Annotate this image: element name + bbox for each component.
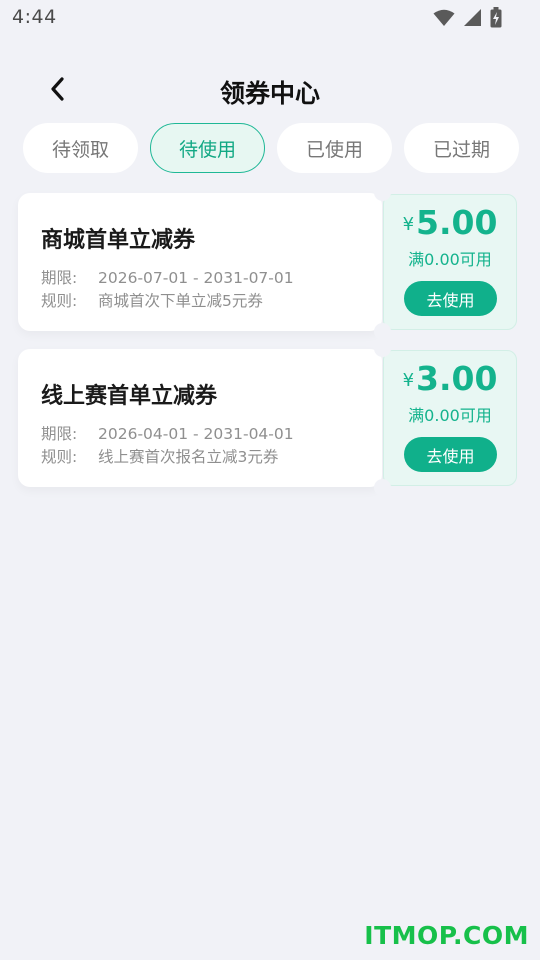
- tab-to-claim[interactable]: 待领取: [23, 123, 138, 173]
- coupon-value-panel: ¥3.00 满0.00可用 去使用: [383, 350, 517, 486]
- status-icons: [433, 7, 502, 32]
- currency-symbol: ¥: [402, 370, 415, 391]
- use-coupon-button[interactable]: 去使用: [404, 437, 497, 472]
- tab-to-use[interactable]: 待使用: [150, 123, 265, 173]
- coupon-value-panel: ¥5.00 满0.00可用 去使用: [383, 194, 517, 330]
- coupon-period: 期限: 2026-07-01 - 2031-07-01: [41, 266, 294, 288]
- rule-value: 商城首次下单立减5元券: [98, 292, 263, 310]
- tab-used[interactable]: 已使用: [277, 123, 392, 173]
- coupon-card: 线上赛首单立减券 期限: 2026-04-01 - 2031-04-01 规则: 线…: [18, 340, 519, 496]
- use-coupon-button[interactable]: 去使用: [404, 281, 497, 316]
- coupon-card: 商城首单立减券 期限: 2026-07-01 - 2031-07-01 规则: 商城…: [18, 184, 519, 340]
- coupon-notch: [374, 184, 391, 201]
- wifi-icon: [433, 9, 455, 31]
- period-value: 2026-04-01 - 2031-04-01: [98, 425, 294, 443]
- period-label: 期限:: [41, 269, 78, 287]
- coupon-notch: [374, 479, 391, 496]
- coupon-rule: 规则: 线上赛首次报名立减3元券: [41, 445, 278, 467]
- coupon-notch: [374, 340, 391, 357]
- coupon-details: 线上赛首单立减券 期限: 2026-04-01 - 2031-04-01 规则: 线…: [18, 349, 382, 487]
- rule-label: 规则:: [41, 292, 78, 310]
- coupon-condition: 满0.00可用: [408, 406, 492, 425]
- currency-symbol: ¥: [402, 214, 415, 235]
- coupon-condition: 满0.00可用: [408, 250, 492, 269]
- tab-expired[interactable]: 已过期: [404, 123, 519, 173]
- status-time: 4:44: [12, 6, 57, 28]
- coupon-price: ¥5.00: [384, 203, 516, 242]
- status-bar: 4:44: [0, 0, 540, 36]
- coupon-title: 线上赛首单立减券: [41, 384, 218, 409]
- rule-label: 规则:: [41, 448, 78, 466]
- coupon-price: ¥3.00: [384, 359, 516, 398]
- coupon-details: 商城首单立减券 期限: 2026-07-01 - 2031-07-01 规则: 商城…: [18, 193, 382, 331]
- coupon-amount: 3.00: [416, 359, 498, 398]
- coupon-title: 商城首单立减券: [41, 228, 196, 253]
- rule-value: 线上赛首次报名立减3元券: [98, 448, 279, 466]
- coupon-rule: 规则: 商城首次下单立减5元券: [41, 289, 263, 311]
- coupon-amount: 5.00: [416, 203, 498, 242]
- signal-icon: [463, 8, 482, 31]
- coupon-period: 期限: 2026-04-01 - 2031-04-01: [41, 422, 294, 444]
- watermark: ITMOP.COM: [364, 921, 529, 950]
- battery-charging-icon: [490, 7, 502, 32]
- period-label: 期限:: [41, 425, 78, 443]
- period-value: 2026-07-01 - 2031-07-01: [98, 269, 294, 287]
- header: 领券中心: [0, 62, 540, 122]
- coupon-notch: [374, 323, 391, 340]
- coupon-tabs: 待领取 待使用 已使用 已过期: [23, 123, 519, 175]
- page-title: 领券中心: [219, 79, 320, 108]
